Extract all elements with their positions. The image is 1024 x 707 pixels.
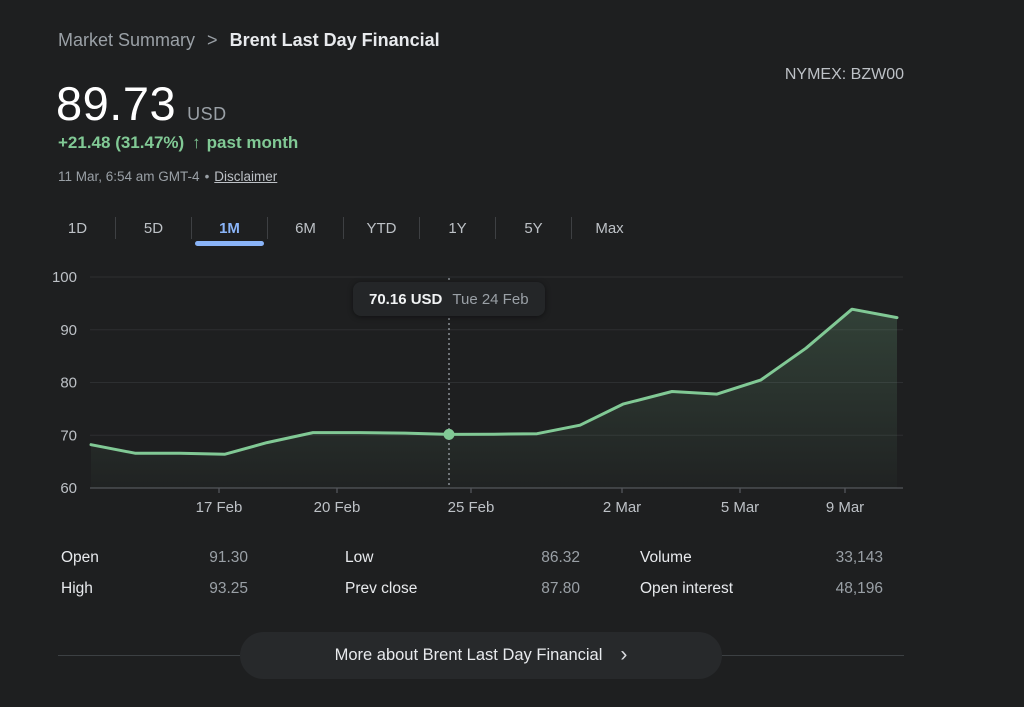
- stat-label: Volume: [640, 549, 692, 567]
- stat-open: Open 91.30: [61, 542, 248, 573]
- chart-tooltip: 70.16 USD Tue 24 Feb: [353, 282, 545, 316]
- stat-volume: Volume 33,143: [640, 542, 883, 573]
- tooltip-date: Tue 24 Feb: [452, 291, 528, 308]
- y-tick-label: 70: [60, 427, 77, 444]
- stats-column-3: Volume 33,143 Open interest 48,196: [640, 542, 883, 604]
- stat-value: 86.32: [541, 549, 580, 567]
- chevron-right-icon: ›: [620, 644, 627, 665]
- hover-dot: [444, 429, 455, 440]
- area-fill: [91, 309, 897, 488]
- finance-quote-widget: Market Summary > Brent Last Day Financia…: [0, 0, 1024, 707]
- stat-label: Open: [61, 549, 99, 567]
- x-tick-label: 20 Feb: [314, 499, 361, 516]
- more-about-button[interactable]: More about Brent Last Day Financial ›: [240, 632, 722, 679]
- stat-high: High 93.25: [61, 573, 248, 604]
- stat-value: 33,143: [836, 549, 883, 567]
- stat-value: 48,196: [836, 580, 883, 598]
- x-tick-label: 25 Feb: [448, 499, 495, 516]
- stat-open-interest: Open interest 48,196: [640, 573, 883, 604]
- y-tick-label: 90: [60, 322, 77, 339]
- stats-column-2: Low 86.32 Prev close 87.80: [345, 542, 580, 604]
- y-tick-label: 60: [60, 480, 77, 497]
- stat-label: Prev close: [345, 580, 417, 598]
- stat-label: Low: [345, 549, 373, 567]
- tooltip-price: 70.16 USD: [369, 291, 442, 308]
- x-tick-label: 5 Mar: [721, 499, 759, 516]
- stats-column-1: Open 91.30 High 93.25: [61, 542, 248, 604]
- x-tick-label: 9 Mar: [826, 499, 864, 516]
- more-about-label: More about Brent Last Day Financial: [335, 646, 603, 665]
- y-tick-label: 80: [60, 375, 77, 392]
- stat-value: 91.30: [209, 549, 248, 567]
- stat-value: 93.25: [209, 580, 248, 598]
- stat-value: 87.80: [541, 580, 580, 598]
- stat-low: Low 86.32: [345, 542, 580, 573]
- x-tick-label: 17 Feb: [196, 499, 243, 516]
- y-tick-label: 100: [52, 269, 77, 286]
- stat-label: High: [61, 580, 93, 598]
- stat-label: Open interest: [640, 580, 733, 598]
- stat-prev-close: Prev close 87.80: [345, 573, 580, 604]
- x-tick-label: 2 Mar: [603, 499, 641, 516]
